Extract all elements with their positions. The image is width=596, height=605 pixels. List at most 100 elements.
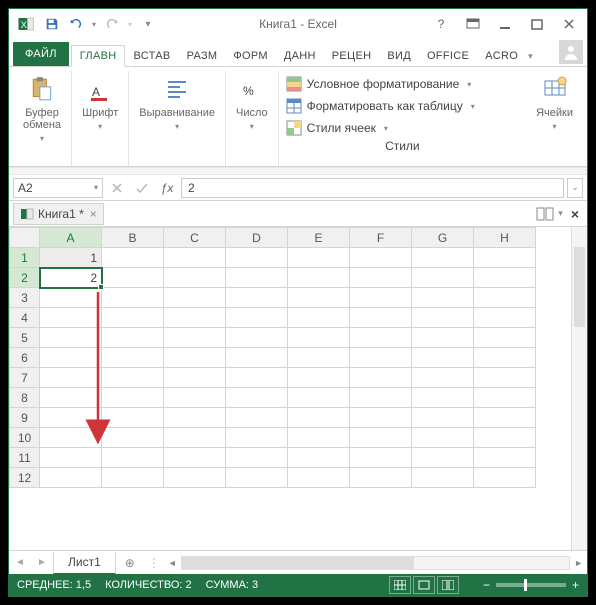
column-header[interactable]: F — [350, 228, 412, 248]
cell[interactable] — [288, 408, 350, 428]
row-header[interactable]: 6 — [10, 348, 40, 368]
cell[interactable] — [226, 428, 288, 448]
chevron-down-icon[interactable]: ▾ — [558, 208, 563, 219]
enter-formula-button[interactable] — [131, 178, 153, 198]
formula-input[interactable]: 2 — [181, 178, 564, 198]
fill-handle[interactable] — [98, 284, 104, 290]
cell[interactable] — [40, 468, 102, 488]
close-doc-button[interactable]: × — [567, 206, 583, 222]
tab-formulas[interactable]: ФОРМ — [225, 46, 276, 66]
tab-view[interactable]: ВИД — [379, 46, 419, 66]
cell[interactable] — [288, 428, 350, 448]
cell[interactable] — [288, 468, 350, 488]
cell[interactable] — [412, 468, 474, 488]
cell[interactable] — [102, 388, 164, 408]
conditional-formatting-button[interactable]: Условное форматирование ▾ — [285, 73, 520, 95]
select-all-corner[interactable] — [10, 228, 40, 248]
tab-insert[interactable]: ВСТАВ — [125, 46, 178, 66]
cell[interactable] — [350, 368, 412, 388]
ribbon-options-button[interactable] — [459, 13, 487, 35]
cell[interactable] — [40, 448, 102, 468]
tab-office[interactable]: OFFICE — [419, 46, 477, 66]
cell[interactable] — [350, 388, 412, 408]
new-sheet-button[interactable]: ⊕ — [116, 551, 144, 574]
number-button[interactable]: % Число ▾ — [232, 71, 272, 131]
cell[interactable] — [226, 328, 288, 348]
row-header[interactable]: 4 — [10, 308, 40, 328]
cell[interactable] — [474, 348, 536, 368]
cell[interactable] — [102, 348, 164, 368]
cell[interactable] — [412, 288, 474, 308]
column-header[interactable]: G — [412, 228, 474, 248]
horizontal-scrollbar[interactable]: ◄ ► — [164, 556, 587, 570]
cell[interactable] — [102, 308, 164, 328]
expand-formula-button[interactable]: ⌄ — [567, 178, 583, 198]
row-header[interactable]: 2 — [10, 268, 40, 288]
column-header[interactable]: B — [102, 228, 164, 248]
cell[interactable] — [164, 428, 226, 448]
column-header[interactable]: E — [288, 228, 350, 248]
cell[interactable] — [102, 288, 164, 308]
cell[interactable] — [226, 368, 288, 388]
name-box[interactable]: A2 ▾ — [13, 178, 103, 198]
cell[interactable] — [226, 448, 288, 468]
cell[interactable] — [350, 448, 412, 468]
cell[interactable] — [350, 408, 412, 428]
cell[interactable] — [226, 388, 288, 408]
cell[interactable] — [474, 468, 536, 488]
view-page-break-button[interactable] — [437, 576, 459, 594]
cell[interactable] — [412, 388, 474, 408]
cell[interactable] — [164, 388, 226, 408]
cell[interactable] — [40, 348, 102, 368]
minimize-button[interactable] — [491, 13, 519, 35]
cell[interactable] — [474, 268, 536, 288]
cell[interactable] — [226, 288, 288, 308]
cell[interactable] — [102, 268, 164, 288]
cell[interactable] — [40, 308, 102, 328]
cell[interactable] — [288, 388, 350, 408]
cell[interactable] — [474, 408, 536, 428]
cell[interactable] — [350, 328, 412, 348]
redo-dropdown-icon[interactable]: ▾ — [125, 13, 135, 35]
spreadsheet-grid[interactable]: ABCDEFGH11223456789101112 — [9, 227, 587, 550]
column-header[interactable]: A — [40, 228, 102, 248]
cell[interactable] — [40, 328, 102, 348]
cell[interactable] — [350, 468, 412, 488]
cell[interactable] — [474, 428, 536, 448]
cell[interactable] — [474, 288, 536, 308]
cell[interactable] — [164, 468, 226, 488]
close-workbook-icon[interactable]: × — [90, 207, 97, 221]
cell[interactable] — [40, 368, 102, 388]
column-header[interactable]: D — [226, 228, 288, 248]
cell[interactable] — [226, 308, 288, 328]
cell[interactable] — [40, 288, 102, 308]
cell[interactable] — [164, 448, 226, 468]
cell[interactable]: 1 — [40, 248, 102, 268]
cell[interactable] — [102, 248, 164, 268]
cell[interactable] — [226, 348, 288, 368]
cell[interactable] — [102, 428, 164, 448]
cell[interactable] — [164, 348, 226, 368]
cell[interactable] — [474, 248, 536, 268]
insert-function-button[interactable]: ƒx — [156, 178, 178, 198]
sheet-nav-prev[interactable]: ◄ — [9, 551, 31, 574]
cell[interactable] — [164, 408, 226, 428]
cell[interactable] — [474, 388, 536, 408]
cell[interactable] — [474, 308, 536, 328]
redo-button[interactable] — [101, 13, 123, 35]
row-header[interactable]: 10 — [10, 428, 40, 448]
cell[interactable] — [288, 288, 350, 308]
maximize-button[interactable] — [523, 13, 551, 35]
cell[interactable] — [474, 328, 536, 348]
cell[interactable] — [226, 408, 288, 428]
row-header[interactable]: 9 — [10, 408, 40, 428]
column-header[interactable]: C — [164, 228, 226, 248]
tab-review[interactable]: РЕЦЕН — [324, 46, 380, 66]
cell[interactable] — [40, 388, 102, 408]
cell[interactable] — [412, 428, 474, 448]
cell[interactable] — [102, 408, 164, 428]
zoom-slider[interactable] — [496, 583, 566, 587]
cell[interactable] — [102, 448, 164, 468]
cell[interactable] — [288, 448, 350, 468]
cell[interactable] — [412, 408, 474, 428]
